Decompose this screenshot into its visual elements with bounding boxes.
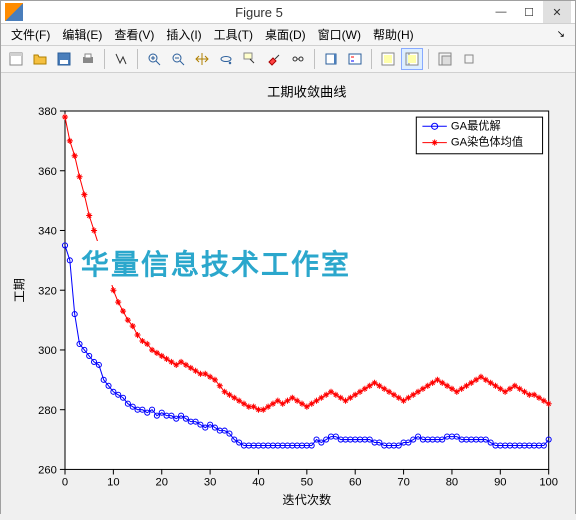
svg-text:90: 90 [494, 477, 506, 489]
zoom-in-button[interactable] [143, 48, 165, 70]
data-cursor-button[interactable] [239, 48, 261, 70]
show-plot-tools-button[interactable] [401, 48, 423, 70]
svg-text:260: 260 [38, 465, 57, 477]
svg-text:迭代次数: 迭代次数 [282, 492, 331, 507]
window-buttons: — ☐ ✕ [487, 1, 571, 23]
menu-tools[interactable]: 工具(T) [208, 24, 259, 45]
close-button[interactable]: ✕ [543, 1, 571, 23]
minimize-button[interactable]: — [487, 1, 515, 23]
svg-text:300: 300 [38, 345, 57, 357]
hide-plot-tools-button[interactable] [377, 48, 399, 70]
insert-legend-button[interactable] [344, 48, 366, 70]
svg-text:工期: 工期 [12, 278, 26, 302]
insert-colorbar-button[interactable] [320, 48, 342, 70]
menu-window[interactable]: 窗口(W) [312, 24, 367, 45]
open-button[interactable] [29, 48, 51, 70]
menu-desktop[interactable]: 桌面(D) [259, 24, 312, 45]
chart[interactable]: 0 10 20 30 40 50 60 70 80 90 100 260 280 300 320 340 360… [9, 81, 567, 512]
brush-button[interactable] [263, 48, 285, 70]
plot-area: 0 10 20 30 40 50 60 70 80 90 100 260 280 300 320 340 360… [1, 73, 575, 520]
menubar: 文件(F) 编辑(E) 查看(V) 插入(I) 工具(T) 桌面(D) 窗口(W… [1, 24, 575, 46]
menu-insert[interactable]: 插入(I) [160, 24, 207, 45]
matlab-icon [5, 3, 23, 21]
toolbar [1, 46, 575, 73]
svg-text:320: 320 [38, 285, 57, 297]
svg-text:70: 70 [397, 477, 409, 489]
window-title: Figure 5 [31, 5, 487, 20]
svg-text:340: 340 [38, 226, 57, 238]
save-button[interactable] [53, 48, 75, 70]
dock-button[interactable] [434, 48, 456, 70]
svg-text:工期收敛曲线: 工期收敛曲线 [267, 85, 346, 100]
svg-text:0: 0 [62, 477, 68, 489]
svg-text:80: 80 [446, 477, 458, 489]
svg-text:10: 10 [107, 477, 119, 489]
print-button[interactable] [77, 48, 99, 70]
menu-edit[interactable]: 编辑(E) [56, 24, 108, 45]
svg-text:20: 20 [156, 477, 168, 489]
zoom-out-button[interactable] [167, 48, 189, 70]
titlebar: Figure 5 — ☐ ✕ [1, 1, 575, 24]
svg-text:40: 40 [252, 477, 264, 489]
svg-text:60: 60 [349, 477, 361, 489]
svg-text:360: 360 [38, 166, 57, 178]
svg-text:GA染色体均值: GA染色体均值 [451, 135, 523, 149]
edit-plot-button[interactable] [110, 48, 132, 70]
menu-help[interactable]: 帮助(H) [367, 24, 420, 45]
pan-button[interactable] [191, 48, 213, 70]
figure-window: Figure 5 — ☐ ✕ 文件(F) 编辑(E) 查看(V) 插入(I) 工… [0, 0, 576, 514]
menu-overflow-icon[interactable]: ↘ [551, 29, 571, 40]
svg-text:50: 50 [301, 477, 313, 489]
new-figure-button[interactable] [5, 48, 27, 70]
watermark-text: 华量信息技术工作室 [77, 241, 355, 285]
menu-file[interactable]: 文件(F) [5, 24, 56, 45]
maximize-button[interactable]: ☐ [515, 1, 543, 23]
rotate-3d-button[interactable] [215, 48, 237, 70]
svg-text:280: 280 [38, 405, 57, 417]
svg-text:GA最优解: GA最优解 [451, 118, 501, 132]
svg-text:30: 30 [204, 477, 216, 489]
link-plot-button[interactable] [287, 48, 309, 70]
svg-text:380: 380 [38, 106, 57, 118]
menu-view[interactable]: 查看(V) [108, 24, 160, 45]
undock-button[interactable] [458, 48, 480, 70]
svg-text:100: 100 [539, 477, 558, 489]
